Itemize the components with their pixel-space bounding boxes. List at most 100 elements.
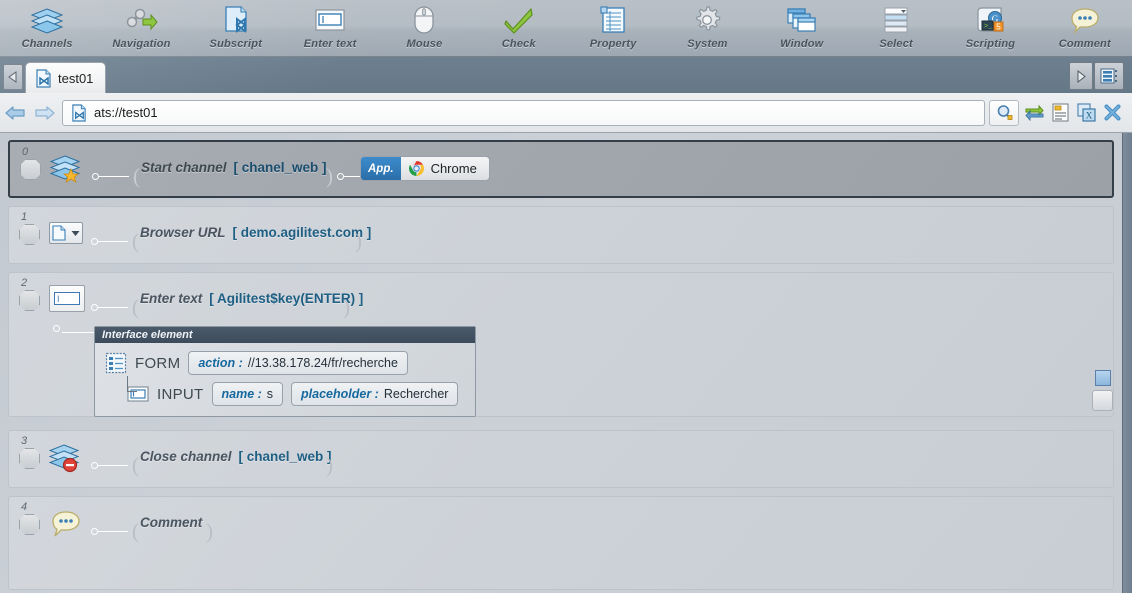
step-action-0: Start channel [ chanel_web ] bbox=[141, 158, 327, 176]
url-bar: ats://test01 X bbox=[0, 93, 1132, 133]
step-action-4: Comment bbox=[140, 513, 202, 531]
toolbar-item-property[interactable]: Property bbox=[566, 0, 660, 57]
step-breakpoint-toggle[interactable] bbox=[19, 514, 40, 535]
input-name-attribute[interactable]: name : s bbox=[211, 382, 284, 406]
element-highlight-toggle[interactable] bbox=[1095, 370, 1111, 386]
sync-button[interactable] bbox=[1021, 104, 1047, 121]
input-placeholder-attribute[interactable]: placeholder : Rechercher bbox=[291, 382, 459, 406]
toolbar-item-mouse[interactable]: Mouse bbox=[377, 0, 471, 57]
action-label: Enter text bbox=[140, 290, 203, 306]
form-action-attribute[interactable]: action : //13.38.178.24/fr/recherche bbox=[188, 351, 408, 375]
connector-dot bbox=[337, 173, 344, 180]
attr-value: Rechercher bbox=[383, 387, 449, 401]
connector-dot bbox=[53, 325, 60, 332]
interface-form-row[interactable]: FORM action : //13.38.178.24/fr/recherch… bbox=[105, 351, 467, 375]
connector-dot bbox=[91, 462, 98, 469]
script-canvas: 0 ( Start channel [ chanel_web ]) App. … bbox=[0, 133, 1132, 593]
search-button[interactable] bbox=[989, 99, 1019, 126]
attr-value: //13.38.178.24/fr/recherche bbox=[247, 356, 398, 370]
toolbar-item-select[interactable]: Select bbox=[849, 0, 943, 57]
element-options-button[interactable] bbox=[1092, 390, 1113, 411]
connector-dot bbox=[91, 304, 98, 311]
tree-elbow bbox=[127, 376, 137, 392]
url-input[interactable]: ats://test01 bbox=[62, 99, 985, 126]
action-label: Comment bbox=[140, 514, 203, 530]
tab-play-button[interactable] bbox=[1069, 62, 1093, 90]
report-button[interactable] bbox=[1047, 103, 1073, 122]
close-paren: ) bbox=[326, 164, 333, 188]
step-breakpoint-toggle[interactable] bbox=[20, 159, 41, 180]
comment-bubble-icon bbox=[49, 509, 83, 539]
tab-scroll-left-button[interactable] bbox=[3, 64, 23, 90]
play-icon bbox=[1077, 69, 1086, 83]
step-row-1[interactable]: 1 ( Browser URL [ demo.agilitest.com ]) bbox=[8, 206, 1114, 264]
toolbar-item-comment[interactable]: Comment bbox=[1038, 0, 1132, 57]
toolbar-item-channels[interactable]: Channels bbox=[0, 0, 94, 57]
svg-text:5: 5 bbox=[997, 23, 1002, 32]
grid-button[interactable]: X bbox=[1073, 103, 1099, 122]
action-label: Browser URL bbox=[140, 224, 226, 240]
toolbar-item-system[interactable]: System bbox=[660, 0, 754, 57]
toolbar-label: Check bbox=[501, 38, 536, 50]
step-index: 3 bbox=[21, 435, 28, 447]
text-cursor: I bbox=[54, 292, 80, 305]
select-icon bbox=[881, 5, 911, 35]
toolbar-item-scripting[interactable]: G >_ 5 Scripting bbox=[943, 0, 1037, 57]
list-view-icon bbox=[1100, 68, 1117, 84]
close-paren: ) bbox=[355, 229, 362, 253]
action-value: [ chanel_web ] bbox=[238, 448, 332, 464]
tab-strip: test01 bbox=[0, 57, 1132, 93]
connector-dot bbox=[92, 173, 99, 180]
back-button[interactable] bbox=[0, 105, 30, 121]
form-tag: FORM bbox=[135, 354, 181, 372]
ats-file-icon bbox=[72, 103, 86, 122]
property-icon bbox=[598, 5, 628, 35]
interface-input-row[interactable]: INPUT name : s placeholder : Rechercher bbox=[105, 376, 467, 406]
step-row-0[interactable]: 0 ( Start channel [ chanel_web ]) App. … bbox=[8, 140, 1114, 198]
attr-value: s bbox=[266, 387, 274, 401]
open-paren: ( bbox=[132, 295, 139, 319]
close-paren: ) bbox=[206, 519, 213, 543]
step-row-3[interactable]: 3 ( Close channel [ chanel_web ]) bbox=[8, 430, 1114, 488]
forward-button[interactable] bbox=[30, 105, 60, 121]
step-breakpoint-toggle[interactable] bbox=[19, 448, 40, 469]
toolbar-item-subscript[interactable]: Subscript bbox=[189, 0, 283, 57]
application-chip[interactable]: App. Chrome bbox=[360, 156, 490, 181]
connector-dot bbox=[91, 528, 98, 535]
toolbar-label: Subscript bbox=[209, 38, 263, 50]
svg-text:>_: >_ bbox=[984, 23, 993, 31]
toolbar-label: Comment bbox=[1058, 38, 1111, 50]
scripting-icon: G >_ 5 bbox=[974, 5, 1006, 35]
close-paren: ) bbox=[343, 295, 350, 319]
step-breakpoint-toggle[interactable] bbox=[19, 224, 40, 245]
connector-line bbox=[98, 531, 128, 532]
toolbar-item-navigation[interactable]: Navigation bbox=[94, 0, 188, 57]
comment-icon bbox=[1069, 5, 1101, 35]
close-button[interactable] bbox=[1099, 103, 1125, 122]
back-arrow-icon bbox=[5, 105, 25, 120]
interface-element-panel[interactable]: Interface element FORM action : //13.38.… bbox=[94, 326, 476, 417]
toolbar-item-window[interactable]: Window bbox=[755, 0, 849, 57]
app-name-wrap: Chrome bbox=[401, 160, 489, 177]
attr-key: placeholder : bbox=[301, 387, 379, 401]
tab-list-view-button[interactable] bbox=[1094, 62, 1124, 90]
toolbar-item-check[interactable]: Check bbox=[472, 0, 566, 57]
tab-test01[interactable]: test01 bbox=[25, 62, 107, 93]
input-tag: INPUT bbox=[157, 385, 204, 403]
report-icon bbox=[1051, 103, 1069, 122]
toolbar-label: Scripting bbox=[965, 38, 1016, 50]
step-row-4[interactable]: 4 ( Comment ) bbox=[8, 496, 1114, 590]
attr-key: action : bbox=[198, 356, 243, 370]
toolbar-label: Select bbox=[879, 38, 913, 50]
interface-connector-dot bbox=[53, 325, 65, 337]
connector-line bbox=[99, 176, 129, 177]
chrome-icon bbox=[408, 160, 424, 177]
open-paren: ( bbox=[132, 229, 139, 253]
start-channel-icon bbox=[50, 154, 84, 184]
toolbar-item-enter-text[interactable]: Enter text bbox=[283, 0, 377, 57]
system-gear-icon bbox=[692, 5, 722, 35]
step-breakpoint-toggle[interactable] bbox=[19, 290, 40, 311]
svg-text:X: X bbox=[1085, 111, 1092, 121]
agilitest-window: Channels Navigation Subscript Enter text… bbox=[0, 0, 1132, 593]
step-connector-right: ) bbox=[339, 297, 354, 318]
